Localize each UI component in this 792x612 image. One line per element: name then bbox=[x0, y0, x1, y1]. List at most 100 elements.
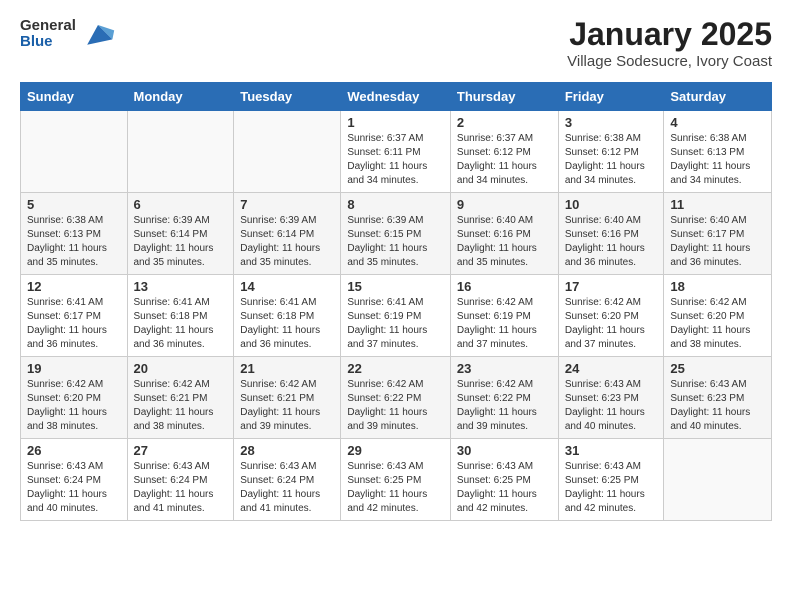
day-number: 21 bbox=[240, 361, 334, 376]
day-number: 25 bbox=[670, 361, 765, 376]
table-row bbox=[127, 111, 234, 193]
day-info: Sunrise: 6:41 AMSunset: 6:18 PMDaylight:… bbox=[240, 297, 320, 350]
day-number: 20 bbox=[134, 361, 228, 376]
day-number: 26 bbox=[27, 443, 121, 458]
calendar-header-row: Sunday Monday Tuesday Wednesday Thursday… bbox=[21, 83, 772, 111]
day-info: Sunrise: 6:42 AMSunset: 6:19 PMDaylight:… bbox=[457, 297, 537, 350]
day-number: 4 bbox=[670, 115, 765, 130]
day-number: 6 bbox=[134, 197, 228, 212]
day-info: Sunrise: 6:42 AMSunset: 6:20 PMDaylight:… bbox=[27, 379, 107, 432]
day-number: 22 bbox=[347, 361, 444, 376]
table-row: 26 Sunrise: 6:43 AMSunset: 6:24 PMDayligh… bbox=[21, 439, 128, 521]
table-row: 2 Sunrise: 6:37 AMSunset: 6:12 PMDaylight… bbox=[450, 111, 558, 193]
day-number: 2 bbox=[457, 115, 552, 130]
table-row: 11 Sunrise: 6:40 AMSunset: 6:17 PMDayligh… bbox=[664, 193, 772, 275]
logo-general: General bbox=[20, 18, 76, 35]
table-row: 8 Sunrise: 6:39 AMSunset: 6:15 PMDaylight… bbox=[341, 193, 451, 275]
day-info: Sunrise: 6:43 AMSunset: 6:25 PMDaylight:… bbox=[565, 461, 645, 514]
table-row: 21 Sunrise: 6:42 AMSunset: 6:21 PMDayligh… bbox=[234, 357, 341, 439]
day-number: 7 bbox=[240, 197, 334, 212]
day-info: Sunrise: 6:41 AMSunset: 6:19 PMDaylight:… bbox=[347, 297, 427, 350]
day-number: 8 bbox=[347, 197, 444, 212]
day-number: 10 bbox=[565, 197, 658, 212]
day-info: Sunrise: 6:42 AMSunset: 6:20 PMDaylight:… bbox=[670, 297, 750, 350]
day-info: Sunrise: 6:40 AMSunset: 6:16 PMDaylight:… bbox=[565, 215, 645, 268]
day-number: 28 bbox=[240, 443, 334, 458]
day-info: Sunrise: 6:41 AMSunset: 6:17 PMDaylight:… bbox=[27, 297, 107, 350]
day-info: Sunrise: 6:43 AMSunset: 6:23 PMDaylight:… bbox=[565, 379, 645, 432]
title-month: January 2025 bbox=[567, 16, 772, 53]
day-number: 29 bbox=[347, 443, 444, 458]
day-info: Sunrise: 6:37 AMSunset: 6:11 PMDaylight:… bbox=[347, 133, 427, 186]
table-row: 19 Sunrise: 6:42 AMSunset: 6:20 PMDayligh… bbox=[21, 357, 128, 439]
day-info: Sunrise: 6:39 AMSunset: 6:14 PMDaylight:… bbox=[240, 215, 320, 268]
day-info: Sunrise: 6:42 AMSunset: 6:20 PMDaylight:… bbox=[565, 297, 645, 350]
col-saturday: Saturday bbox=[664, 83, 772, 111]
day-info: Sunrise: 6:40 AMSunset: 6:17 PMDaylight:… bbox=[670, 215, 750, 268]
table-row: 10 Sunrise: 6:40 AMSunset: 6:16 PMDayligh… bbox=[558, 193, 664, 275]
logo: General Blue bbox=[20, 16, 116, 52]
table-row bbox=[234, 111, 341, 193]
table-row: 3 Sunrise: 6:38 AMSunset: 6:12 PMDaylight… bbox=[558, 111, 664, 193]
day-info: Sunrise: 6:42 AMSunset: 6:22 PMDaylight:… bbox=[347, 379, 427, 432]
day-number: 17 bbox=[565, 279, 658, 294]
calendar-week-row: 19 Sunrise: 6:42 AMSunset: 6:20 PMDayligh… bbox=[21, 357, 772, 439]
day-info: Sunrise: 6:37 AMSunset: 6:12 PMDaylight:… bbox=[457, 133, 537, 186]
col-sunday: Sunday bbox=[21, 83, 128, 111]
day-number: 15 bbox=[347, 279, 444, 294]
day-info: Sunrise: 6:43 AMSunset: 6:23 PMDaylight:… bbox=[670, 379, 750, 432]
page: General Blue January 2025 Village Sodesu… bbox=[0, 0, 792, 537]
table-row: 20 Sunrise: 6:42 AMSunset: 6:21 PMDayligh… bbox=[127, 357, 234, 439]
day-number: 5 bbox=[27, 197, 121, 212]
day-number: 14 bbox=[240, 279, 334, 294]
logo-icon bbox=[80, 16, 116, 52]
day-number: 1 bbox=[347, 115, 444, 130]
day-number: 11 bbox=[670, 197, 765, 212]
day-info: Sunrise: 6:42 AMSunset: 6:21 PMDaylight:… bbox=[240, 379, 320, 432]
table-row: 14 Sunrise: 6:41 AMSunset: 6:18 PMDayligh… bbox=[234, 275, 341, 357]
table-row: 30 Sunrise: 6:43 AMSunset: 6:25 PMDayligh… bbox=[450, 439, 558, 521]
table-row: 5 Sunrise: 6:38 AMSunset: 6:13 PMDaylight… bbox=[21, 193, 128, 275]
day-info: Sunrise: 6:43 AMSunset: 6:25 PMDaylight:… bbox=[457, 461, 537, 514]
day-info: Sunrise: 6:39 AMSunset: 6:15 PMDaylight:… bbox=[347, 215, 427, 268]
table-row: 29 Sunrise: 6:43 AMSunset: 6:25 PMDayligh… bbox=[341, 439, 451, 521]
calendar-week-row: 12 Sunrise: 6:41 AMSunset: 6:17 PMDayligh… bbox=[21, 275, 772, 357]
day-info: Sunrise: 6:38 AMSunset: 6:13 PMDaylight:… bbox=[27, 215, 107, 268]
day-number: 23 bbox=[457, 361, 552, 376]
day-number: 27 bbox=[134, 443, 228, 458]
table-row: 24Sunrise: 6:43 AMSunset: 6:23 PMDayligh… bbox=[558, 357, 664, 439]
calendar-table: Sunday Monday Tuesday Wednesday Thursday… bbox=[20, 82, 772, 521]
col-monday: Monday bbox=[127, 83, 234, 111]
table-row: 16Sunrise: 6:42 AMSunset: 6:19 PMDayligh… bbox=[450, 275, 558, 357]
day-number: 18 bbox=[670, 279, 765, 294]
table-row: 12 Sunrise: 6:41 AMSunset: 6:17 PMDayligh… bbox=[21, 275, 128, 357]
day-number: 30 bbox=[457, 443, 552, 458]
calendar-week-row: 5 Sunrise: 6:38 AMSunset: 6:13 PMDaylight… bbox=[21, 193, 772, 275]
col-wednesday: Wednesday bbox=[341, 83, 451, 111]
table-row: 18 Sunrise: 6:42 AMSunset: 6:20 PMDayligh… bbox=[664, 275, 772, 357]
day-info: Sunrise: 6:38 AMSunset: 6:12 PMDaylight:… bbox=[565, 133, 645, 186]
day-number: 12 bbox=[27, 279, 121, 294]
day-number: 13 bbox=[134, 279, 228, 294]
day-info: Sunrise: 6:39 AMSunset: 6:14 PMDaylight:… bbox=[134, 215, 214, 268]
table-row bbox=[21, 111, 128, 193]
day-info: Sunrise: 6:43 AMSunset: 6:24 PMDaylight:… bbox=[134, 461, 214, 514]
day-number: 3 bbox=[565, 115, 658, 130]
table-row: 28Sunrise: 6:43 AMSunset: 6:24 PMDayligh… bbox=[234, 439, 341, 521]
table-row: 4Sunrise: 6:38 AMSunset: 6:13 PMDaylight… bbox=[664, 111, 772, 193]
table-row: 1 Sunrise: 6:37 AMSunset: 6:11 PMDaylight… bbox=[341, 111, 451, 193]
calendar-week-row: 1 Sunrise: 6:37 AMSunset: 6:11 PMDaylight… bbox=[21, 111, 772, 193]
table-row bbox=[664, 439, 772, 521]
table-row: 15 Sunrise: 6:41 AMSunset: 6:19 PMDayligh… bbox=[341, 275, 451, 357]
table-row: 23Sunrise: 6:42 AMSunset: 6:22 PMDayligh… bbox=[450, 357, 558, 439]
col-tuesday: Tuesday bbox=[234, 83, 341, 111]
day-number: 9 bbox=[457, 197, 552, 212]
col-thursday: Thursday bbox=[450, 83, 558, 111]
logo-text: General Blue bbox=[20, 18, 76, 51]
day-number: 19 bbox=[27, 361, 121, 376]
day-info: Sunrise: 6:43 AMSunset: 6:25 PMDaylight:… bbox=[347, 461, 427, 514]
day-info: Sunrise: 6:42 AMSunset: 6:21 PMDaylight:… bbox=[134, 379, 214, 432]
table-row: 27 Sunrise: 6:43 AMSunset: 6:24 PMDayligh… bbox=[127, 439, 234, 521]
title-location: Village Sodesucre, Ivory Coast bbox=[567, 53, 772, 70]
day-info: Sunrise: 6:43 AMSunset: 6:24 PMDaylight:… bbox=[27, 461, 107, 514]
